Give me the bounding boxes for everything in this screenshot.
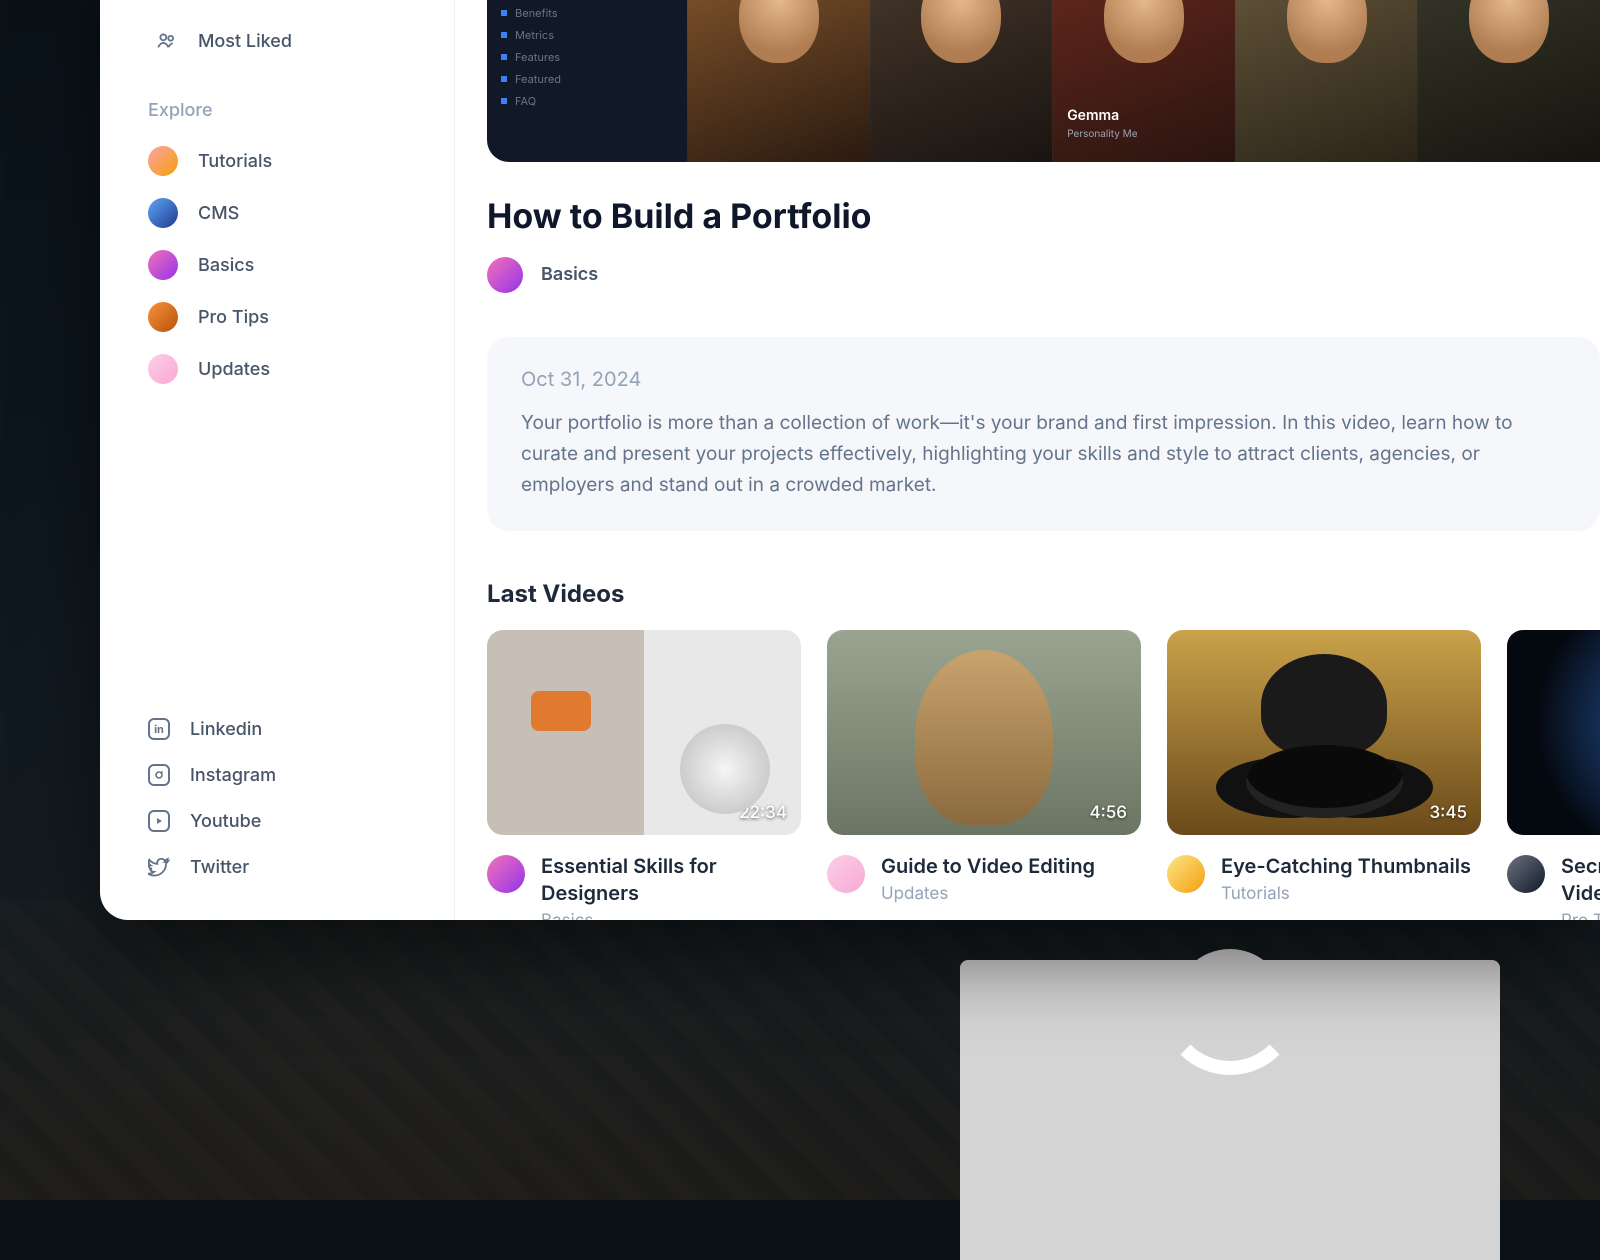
last-videos-list: 22:34 Essential Skills for Designers Bas…: [487, 630, 1600, 920]
sidebar: Most Liked Explore Tutorials CMS Basics …: [100, 0, 455, 920]
video-title: Guide to Video Editing: [881, 853, 1095, 880]
video-category: Basics: [541, 907, 801, 920]
avatar-icon: [148, 302, 178, 332]
video-title: Essential Skills for Designers: [541, 853, 801, 907]
social-link-youtube[interactable]: Youtube: [148, 798, 406, 844]
app-window: Most Liked Explore Tutorials CMS Basics …: [100, 0, 1600, 920]
social-label: Instagram: [190, 765, 276, 786]
video-category: Pro Tips: [1561, 907, 1600, 920]
video-category: Updates: [881, 880, 1095, 904]
video-title: Eye-Catching Thumbnails: [1221, 853, 1471, 880]
channel-avatar[interactable]: [487, 855, 525, 893]
sidebar-item-pro-tips[interactable]: Pro Tips: [100, 291, 454, 343]
sidebar-item-most-liked[interactable]: Most Liked: [148, 18, 424, 64]
sidebar-item-label: Most Liked: [198, 31, 292, 52]
avatar-icon: [148, 354, 178, 384]
loading-arc-icon: [1160, 935, 1300, 1075]
video-thumbnail: 3:45: [1167, 630, 1481, 835]
twitter-icon: [148, 856, 170, 878]
video-duration: 4:56: [1089, 803, 1127, 823]
video-card[interactable]: 22:34 Essential Skills for Designers Bas…: [487, 630, 801, 920]
social-link-instagram[interactable]: Instagram: [148, 752, 406, 798]
sidebar-item-label: Pro Tips: [198, 307, 269, 328]
video-category: Tutorials: [1221, 880, 1471, 904]
sidebar-item-cms[interactable]: CMS: [100, 187, 454, 239]
article-title: How to Build a Portfolio: [487, 196, 1600, 237]
channel-avatar[interactable]: [1507, 855, 1545, 893]
hero-ui-panel: Simulator Containers Benefits Metrics Fe…: [487, 0, 687, 162]
hero-face-name: Gemma: [1067, 107, 1119, 124]
channel-avatar[interactable]: [827, 855, 865, 893]
hero-faces-strip: Gemma Personality Me: [687, 0, 1600, 162]
social-label: Twitter: [190, 857, 249, 878]
sidebar-item-updates[interactable]: Updates: [100, 343, 454, 395]
article-description-card: Oct 31, 2024 Your portfolio is more than…: [487, 337, 1600, 531]
video-card[interactable]: 4:56 Guide to Video Editing Updates: [827, 630, 1141, 920]
author-avatar[interactable]: [487, 257, 523, 293]
social-label: Linkedin: [190, 719, 262, 740]
video-thumbnail: 22:34: [487, 630, 801, 835]
social-link-linkedin[interactable]: in Linkedin: [148, 706, 406, 752]
sidebar-item-label: CMS: [198, 203, 239, 224]
instagram-icon: [148, 764, 170, 786]
avatar-icon: [148, 198, 178, 228]
video-card[interactable]: Secrets of Cinematic Video Pro Tips: [1507, 630, 1600, 920]
video-duration: 22:34: [739, 803, 787, 823]
avatar-icon: [148, 146, 178, 176]
hero-video-thumbnail[interactable]: Simulator Containers Benefits Metrics Fe…: [487, 0, 1600, 162]
sidebar-section-explore: Explore: [100, 64, 454, 135]
video-thumbnail: [1507, 630, 1600, 835]
social-label: Youtube: [190, 811, 261, 832]
youtube-icon: [148, 810, 170, 832]
linkedin-icon: in: [148, 718, 170, 740]
hero-face-subtitle: Personality Me: [1067, 128, 1137, 140]
avatar-icon: [148, 250, 178, 280]
sidebar-item-label: Basics: [198, 255, 254, 276]
article-category[interactable]: Basics: [541, 264, 598, 285]
video-thumbnail: 4:56: [827, 630, 1141, 835]
last-videos-heading: Last Videos: [487, 531, 1600, 630]
main-content: Simulator Containers Benefits Metrics Fe…: [455, 0, 1600, 920]
sidebar-item-label: Updates: [198, 359, 270, 380]
secondary-preview-panel: [960, 960, 1500, 1260]
article-date: Oct 31, 2024: [521, 367, 1566, 391]
sidebar-item-tutorials[interactable]: Tutorials: [100, 135, 454, 187]
sidebar-item-basics[interactable]: Basics: [100, 239, 454, 291]
video-duration: 3:45: [1430, 803, 1467, 823]
video-card[interactable]: 3:45 Eye-Catching Thumbnails Tutorials: [1167, 630, 1481, 920]
article-body: Your portfolio is more than a collection…: [521, 407, 1566, 501]
channel-avatar[interactable]: [1167, 855, 1205, 893]
social-link-twitter[interactable]: Twitter: [148, 844, 406, 890]
people-icon: [156, 30, 178, 52]
video-title: Secrets of Cinematic Video: [1561, 853, 1600, 907]
sidebar-item-label: Tutorials: [198, 151, 272, 172]
